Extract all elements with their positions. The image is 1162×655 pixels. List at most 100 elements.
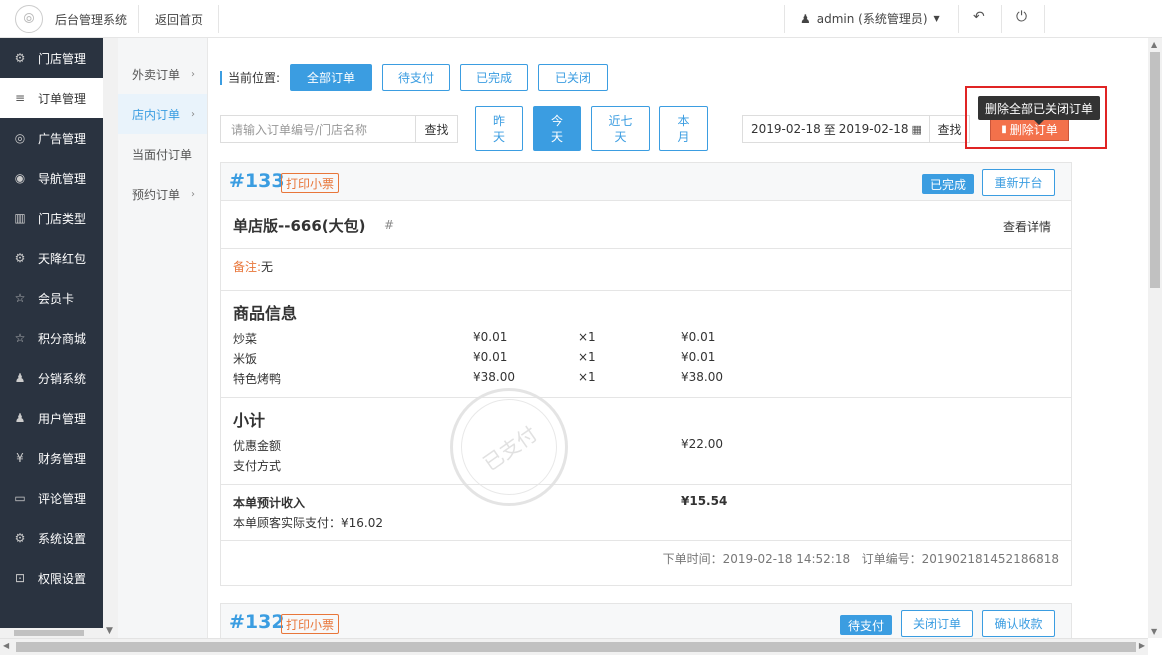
- sidebar-item-label: 门店管理: [38, 51, 87, 66]
- sidebar-item-orders[interactable]: ≡ 订单管理: [0, 78, 103, 118]
- sidebar-item-label: 评论管理: [38, 491, 87, 506]
- scroll-thumb[interactable]: [16, 642, 1136, 652]
- subnav-takeout-orders[interactable]: 外卖订单 ›: [118, 54, 207, 94]
- main-scrollbar[interactable]: ▲ ▼: [1148, 38, 1162, 638]
- date-label: 月: [677, 129, 690, 144]
- order-number: #132: [229, 611, 285, 633]
- goods-row: 米饭 ¥0.01 ×1 ¥0.01: [233, 350, 1053, 368]
- scroll-thumb[interactable]: [14, 630, 84, 636]
- divider: [1044, 5, 1045, 33]
- order-subnav: 外卖订单 › 店内订单 › 当面付订单 预约订单 ›: [118, 38, 208, 638]
- divider: [1001, 5, 1002, 33]
- confirm-payment-button[interactable]: 确认收款: [982, 610, 1055, 637]
- goods-qty: ×1: [578, 350, 596, 364]
- divider: [784, 5, 785, 33]
- sidebar-item-settings[interactable]: ⚙ 系统设置: [0, 518, 103, 558]
- subnav-face-pay-orders[interactable]: 当面付订单: [118, 134, 207, 174]
- actual-paid: 本单顾客实际支付：¥16.02: [233, 516, 383, 530]
- sidebar-item-label: 门店类型: [38, 211, 87, 226]
- sidebar-item-ads[interactable]: ◎ 广告管理: [0, 118, 103, 158]
- subnav-dine-in-orders[interactable]: 店内订单 ›: [118, 94, 207, 134]
- power-icon[interactable]: ⏻: [1016, 9, 1027, 25]
- back-home-link[interactable]: 返回首页: [155, 11, 203, 28]
- sidebar-item-permissions[interactable]: ⊡ 权限设置: [0, 558, 103, 598]
- sidebar-item-red-packets[interactable]: ⚙ 天降红包: [0, 238, 103, 278]
- divider: [958, 5, 959, 33]
- status-badge: 已完成: [922, 174, 975, 194]
- print-receipt-button[interactable]: 打印小票: [281, 173, 340, 193]
- top-bar: ⦾ 后台管理系统 返回首页 ♟ admin (系统管理员) ▼ ↶ ⏻: [0, 0, 1162, 38]
- hash-mark: #: [384, 218, 395, 232]
- gear-icon: ⚙: [14, 531, 26, 545]
- date-yesterday-button[interactable]: 昨天: [475, 106, 523, 151]
- user-name: admin (系统管理员): [816, 12, 928, 26]
- sidebar-item-label: 会员卡: [38, 291, 75, 306]
- scroll-left-icon[interactable]: ◀: [3, 641, 9, 650]
- view-details-link[interactable]: 查看详情: [1003, 218, 1051, 235]
- date-this-month-button[interactable]: 本月: [659, 106, 708, 151]
- tab-pending-payment[interactable]: 待支付: [382, 64, 451, 91]
- location-bar: 当前位置: 全部订单 待支付 已完成 已关闭: [220, 64, 609, 91]
- search-input[interactable]: 请输入订单编号/门店名称: [220, 115, 416, 143]
- goods-price: ¥0.01: [473, 330, 508, 344]
- undo-icon[interactable]: ↶: [973, 9, 985, 25]
- compass-icon: ◉: [14, 171, 26, 185]
- sidebar-item-label: 广告管理: [38, 131, 87, 146]
- tab-closed[interactable]: 已关闭: [538, 64, 609, 91]
- date-range-picker[interactable]: 2019-02-18 至 2019-02-18 ▦: [742, 115, 930, 143]
- date-today-button[interactable]: 今天: [533, 106, 581, 151]
- sidebar-item-finance[interactable]: ¥ 财务管理: [0, 438, 103, 478]
- discount-row: 优惠金额 ¥22.00: [233, 437, 1053, 455]
- gift-icon: ⚙: [14, 251, 26, 265]
- sidebar-item-label: 导航管理: [38, 171, 87, 186]
- sidebar-item-member-card[interactable]: ☆ 会员卡: [0, 278, 103, 318]
- sidebar-item-store-types[interactable]: ▥ 门店类型: [0, 198, 103, 238]
- scroll-up-icon[interactable]: ▲: [1151, 40, 1157, 49]
- search-button[interactable]: 查找: [416, 115, 458, 143]
- sidebar-item-label: 积分商城: [38, 331, 87, 346]
- comment-icon: ▭: [14, 491, 26, 505]
- user-menu[interactable]: ♟ admin (系统管理员) ▼: [800, 10, 940, 27]
- remark-label: 备注:: [233, 260, 262, 274]
- actual-paid-row: 本单顾客实际支付：¥16.02: [233, 514, 1053, 532]
- scroll-down-icon[interactable]: ▼: [1151, 627, 1157, 636]
- sidebar-item-label: 分销系统: [38, 371, 87, 386]
- scroll-right-icon[interactable]: ▶: [1139, 641, 1145, 650]
- users-icon: ♟: [14, 371, 26, 385]
- horizontal-scrollbar[interactable]: ◀ ▶: [0, 638, 1148, 655]
- goods-name: 特色烤鸭: [233, 372, 282, 386]
- sidebar-item-label: 订单管理: [38, 91, 87, 106]
- range-search-button[interactable]: 查找: [930, 115, 970, 143]
- bank-icon: ▥: [14, 211, 26, 225]
- tab-all-orders[interactable]: 全部订单: [290, 64, 373, 91]
- reopen-table-button[interactable]: 重新开台: [982, 169, 1055, 196]
- date-last-7-days-button[interactable]: 近七天: [591, 106, 650, 151]
- divider: [218, 5, 219, 33]
- sidebar-item-users[interactable]: ♟ 用户管理: [0, 398, 103, 438]
- sidebar-item-points-mall[interactable]: ☆ 积分商城: [0, 318, 103, 358]
- sidebar-item-comments[interactable]: ▭ 评论管理: [0, 478, 103, 518]
- sidebar-item-nav[interactable]: ◉ 导航管理: [0, 158, 103, 198]
- remark: 备注:无: [233, 258, 273, 275]
- order-card: #133 打印小票 已完成 重新开台 单店版--666(大包) # 查看详情 备…: [220, 162, 1072, 586]
- tab-completed[interactable]: 已完成: [460, 64, 529, 91]
- print-receipt-button[interactable]: 打印小票: [281, 614, 340, 634]
- sidebar-item-label: 系统设置: [38, 531, 87, 546]
- goods-total: ¥0.01: [681, 350, 716, 364]
- sidebar-item-distribution[interactable]: ♟ 分销系统: [0, 358, 103, 398]
- scroll-thumb[interactable]: [1150, 52, 1160, 288]
- scroll-down-icon[interactable]: ▼: [106, 626, 113, 636]
- sidebar-item-stores[interactable]: ⚙ 门店管理: [0, 38, 103, 78]
- date-label: 今: [550, 113, 563, 128]
- sidebar-item-label: 天降红包: [38, 251, 87, 266]
- subnav-label: 当面付订单: [132, 147, 193, 162]
- range-start: 2019-02-18: [751, 122, 821, 136]
- range-separator: 至: [823, 122, 836, 137]
- star-icon: ☆: [14, 291, 26, 305]
- sidebar-horizontal-scrollbar[interactable]: [0, 628, 103, 638]
- subnav-reservation-orders[interactable]: 预约订单 ›: [118, 174, 207, 214]
- goods-price: ¥38.00: [473, 370, 515, 384]
- close-order-button[interactable]: 关闭订单: [901, 610, 973, 637]
- sidebar-item-label: 用户管理: [38, 411, 87, 426]
- sidebar-scrollbar[interactable]: ▼: [103, 38, 118, 638]
